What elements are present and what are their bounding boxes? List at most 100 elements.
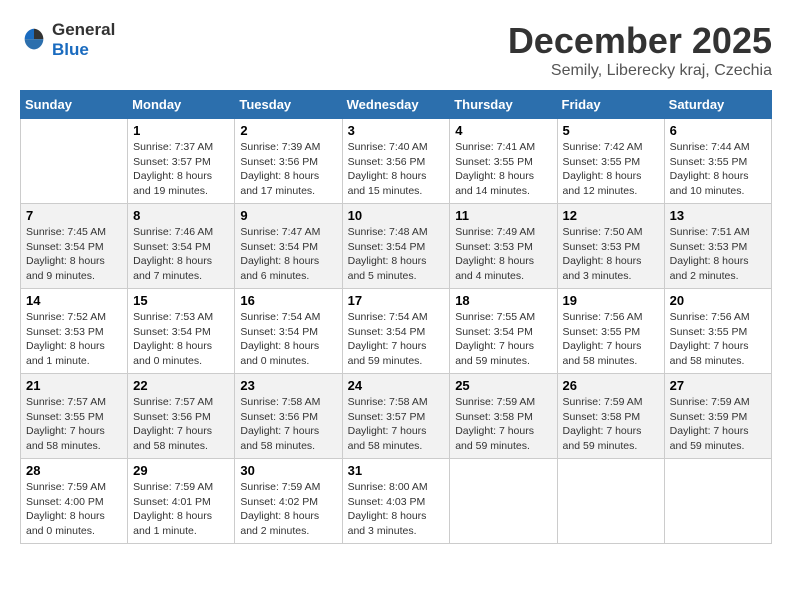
- day-number: 19: [563, 293, 659, 308]
- calendar-cell: [21, 119, 128, 204]
- calendar-cell: 31 Sunrise: 8:00 AMSunset: 4:03 PMDayligh…: [342, 459, 450, 544]
- page-header: General Blue December 2025 Semily, Liber…: [20, 20, 772, 80]
- week-row-3: 14Sunrise: 7:52 AMSunset: 3:53 PMDayligh…: [21, 289, 772, 374]
- calendar-cell: 17 Sunrise: 7:54 AMSunset: 3:54 PMDayligh…: [342, 289, 450, 374]
- logo-icon: [20, 26, 48, 54]
- header-day-friday: Friday: [557, 91, 664, 119]
- calendar-cell: 21 Sunrise: 7:57 AMSunset: 3:55 PMDayligh…: [21, 374, 128, 459]
- day-info: Sunrise: 7:59 AMSunset: 4:02 PMDaylight:…: [240, 480, 336, 539]
- calendar-cell: 26Sunrise: 7:59 AMSunset: 3:58 PMDayligh…: [557, 374, 664, 459]
- day-number: 28: [26, 463, 122, 478]
- calendar-cell: 11 Sunrise: 7:49 AMSunset: 3:53 PMDayligh…: [450, 204, 557, 289]
- month-title: December 2025: [508, 20, 772, 62]
- day-number: 22: [133, 378, 229, 393]
- header-day-monday: Monday: [128, 91, 235, 119]
- calendar-cell: 5 Sunrise: 7:42 AMSunset: 3:55 PMDaylight…: [557, 119, 664, 204]
- day-info: Sunrise: 7:40 AMSunset: 3:56 PMDaylight:…: [348, 140, 445, 199]
- calendar-cell: [450, 459, 557, 544]
- day-number: 5: [563, 123, 659, 138]
- logo-blue-text: Blue: [52, 40, 89, 59]
- week-row-5: 28Sunrise: 7:59 AMSunset: 4:00 PMDayligh…: [21, 459, 772, 544]
- day-number: 10: [348, 208, 445, 223]
- calendar-cell: 27Sunrise: 7:59 AMSunset: 3:59 PMDayligh…: [664, 374, 771, 459]
- calendar-cell: 10 Sunrise: 7:48 AMSunset: 3:54 PMDayligh…: [342, 204, 450, 289]
- day-number: 14: [26, 293, 122, 308]
- day-number: 3: [348, 123, 445, 138]
- day-number: 4: [455, 123, 551, 138]
- day-number: 31: [348, 463, 445, 478]
- day-info: Sunrise: 7:47 AMSunset: 3:54 PMDaylight:…: [240, 225, 336, 284]
- day-number: 11: [455, 208, 551, 223]
- calendar-cell: 13 Sunrise: 7:51 AMSunset: 3:53 PMDayligh…: [664, 204, 771, 289]
- calendar-cell: 20 Sunrise: 7:56 AMSunset: 3:55 PMDayligh…: [664, 289, 771, 374]
- logo: General Blue: [20, 20, 115, 60]
- day-info: Sunrise: 7:48 AMSunset: 3:54 PMDaylight:…: [348, 225, 445, 284]
- day-number: 30: [240, 463, 336, 478]
- day-number: 24: [348, 378, 445, 393]
- calendar-cell: 4 Sunrise: 7:41 AMSunset: 3:55 PMDaylight…: [450, 119, 557, 204]
- header-day-sunday: Sunday: [21, 91, 128, 119]
- calendar-cell: 8 Sunrise: 7:46 AMSunset: 3:54 PMDaylight…: [128, 204, 235, 289]
- location-subtitle: Semily, Liberecky kraj, Czechia: [508, 62, 772, 80]
- calendar-cell: 7Sunrise: 7:45 AMSunset: 3:54 PMDaylight…: [21, 204, 128, 289]
- day-number: 1: [133, 123, 229, 138]
- day-info: Sunrise: 7:58 AMSunset: 3:56 PMDaylight:…: [240, 395, 336, 454]
- day-info: Sunrise: 7:55 AMSunset: 3:54 PMDaylight:…: [455, 310, 551, 369]
- day-number: 17: [348, 293, 445, 308]
- day-number: 7: [26, 208, 122, 223]
- day-info: Sunrise: 7:57 AMSunset: 3:55 PMDaylight:…: [26, 395, 122, 454]
- day-number: 25: [455, 378, 551, 393]
- day-info: Sunrise: 7:59 AMSunset: 4:01 PMDaylight:…: [133, 480, 229, 539]
- day-number: 8: [133, 208, 229, 223]
- day-info: Sunrise: 7:57 AMSunset: 3:56 PMDaylight:…: [133, 395, 229, 454]
- day-info: Sunrise: 7:59 AMSunset: 3:59 PMDaylight:…: [670, 395, 766, 454]
- day-number: 12: [563, 208, 659, 223]
- day-info: Sunrise: 8:00 AMSunset: 4:03 PMDaylight:…: [348, 480, 445, 539]
- header-day-thursday: Thursday: [450, 91, 557, 119]
- day-info: Sunrise: 7:50 AMSunset: 3:53 PMDaylight:…: [563, 225, 659, 284]
- day-number: 18: [455, 293, 551, 308]
- day-number: 26: [563, 378, 659, 393]
- calendar-cell: 6 Sunrise: 7:44 AMSunset: 3:55 PMDaylight…: [664, 119, 771, 204]
- calendar-cell: 25Sunrise: 7:59 AMSunset: 3:58 PMDayligh…: [450, 374, 557, 459]
- calendar-table: SundayMondayTuesdayWednesdayThursdayFrid…: [20, 90, 772, 544]
- calendar-cell: 1 Sunrise: 7:37 AMSunset: 3:57 PMDaylight…: [128, 119, 235, 204]
- calendar-cell: 15Sunrise: 7:53 AMSunset: 3:54 PMDayligh…: [128, 289, 235, 374]
- day-info: Sunrise: 7:46 AMSunset: 3:54 PMDaylight:…: [133, 225, 229, 284]
- day-info: Sunrise: 7:42 AMSunset: 3:55 PMDaylight:…: [563, 140, 659, 199]
- calendar-cell: 19 Sunrise: 7:56 AMSunset: 3:55 PMDayligh…: [557, 289, 664, 374]
- week-row-4: 21 Sunrise: 7:57 AMSunset: 3:55 PMDayligh…: [21, 374, 772, 459]
- calendar-cell: 3 Sunrise: 7:40 AMSunset: 3:56 PMDaylight…: [342, 119, 450, 204]
- day-info: Sunrise: 7:53 AMSunset: 3:54 PMDaylight:…: [133, 310, 229, 369]
- day-info: Sunrise: 7:54 AMSunset: 3:54 PMDaylight:…: [240, 310, 336, 369]
- day-number: 21: [26, 378, 122, 393]
- day-info: Sunrise: 7:37 AMSunset: 3:57 PMDaylight:…: [133, 140, 229, 199]
- day-info: Sunrise: 7:44 AMSunset: 3:55 PMDaylight:…: [670, 140, 766, 199]
- day-number: 2: [240, 123, 336, 138]
- day-number: 29: [133, 463, 229, 478]
- header-day-tuesday: Tuesday: [235, 91, 342, 119]
- calendar-cell: [664, 459, 771, 544]
- day-info: Sunrise: 7:58 AMSunset: 3:57 PMDaylight:…: [348, 395, 445, 454]
- day-info: Sunrise: 7:54 AMSunset: 3:54 PMDaylight:…: [348, 310, 445, 369]
- day-info: Sunrise: 7:49 AMSunset: 3:53 PMDaylight:…: [455, 225, 551, 284]
- day-info: Sunrise: 7:41 AMSunset: 3:55 PMDaylight:…: [455, 140, 551, 199]
- calendar-cell: 28Sunrise: 7:59 AMSunset: 4:00 PMDayligh…: [21, 459, 128, 544]
- day-number: 20: [670, 293, 766, 308]
- calendar-cell: 29 Sunrise: 7:59 AMSunset: 4:01 PMDayligh…: [128, 459, 235, 544]
- calendar-cell: 22 Sunrise: 7:57 AMSunset: 3:56 PMDayligh…: [128, 374, 235, 459]
- header-day-wednesday: Wednesday: [342, 91, 450, 119]
- day-number: 13: [670, 208, 766, 223]
- day-info: Sunrise: 7:39 AMSunset: 3:56 PMDaylight:…: [240, 140, 336, 199]
- day-info: Sunrise: 7:56 AMSunset: 3:55 PMDaylight:…: [670, 310, 766, 369]
- calendar-cell: 24 Sunrise: 7:58 AMSunset: 3:57 PMDayligh…: [342, 374, 450, 459]
- calendar-cell: 16Sunrise: 7:54 AMSunset: 3:54 PMDayligh…: [235, 289, 342, 374]
- week-row-2: 7Sunrise: 7:45 AMSunset: 3:54 PMDaylight…: [21, 204, 772, 289]
- title-section: December 2025 Semily, Liberecky kraj, Cz…: [508, 20, 772, 80]
- day-info: Sunrise: 7:51 AMSunset: 3:53 PMDaylight:…: [670, 225, 766, 284]
- header-day-saturday: Saturday: [664, 91, 771, 119]
- day-info: Sunrise: 7:56 AMSunset: 3:55 PMDaylight:…: [563, 310, 659, 369]
- day-number: 6: [670, 123, 766, 138]
- day-number: 23: [240, 378, 336, 393]
- calendar-cell: 23 Sunrise: 7:58 AMSunset: 3:56 PMDayligh…: [235, 374, 342, 459]
